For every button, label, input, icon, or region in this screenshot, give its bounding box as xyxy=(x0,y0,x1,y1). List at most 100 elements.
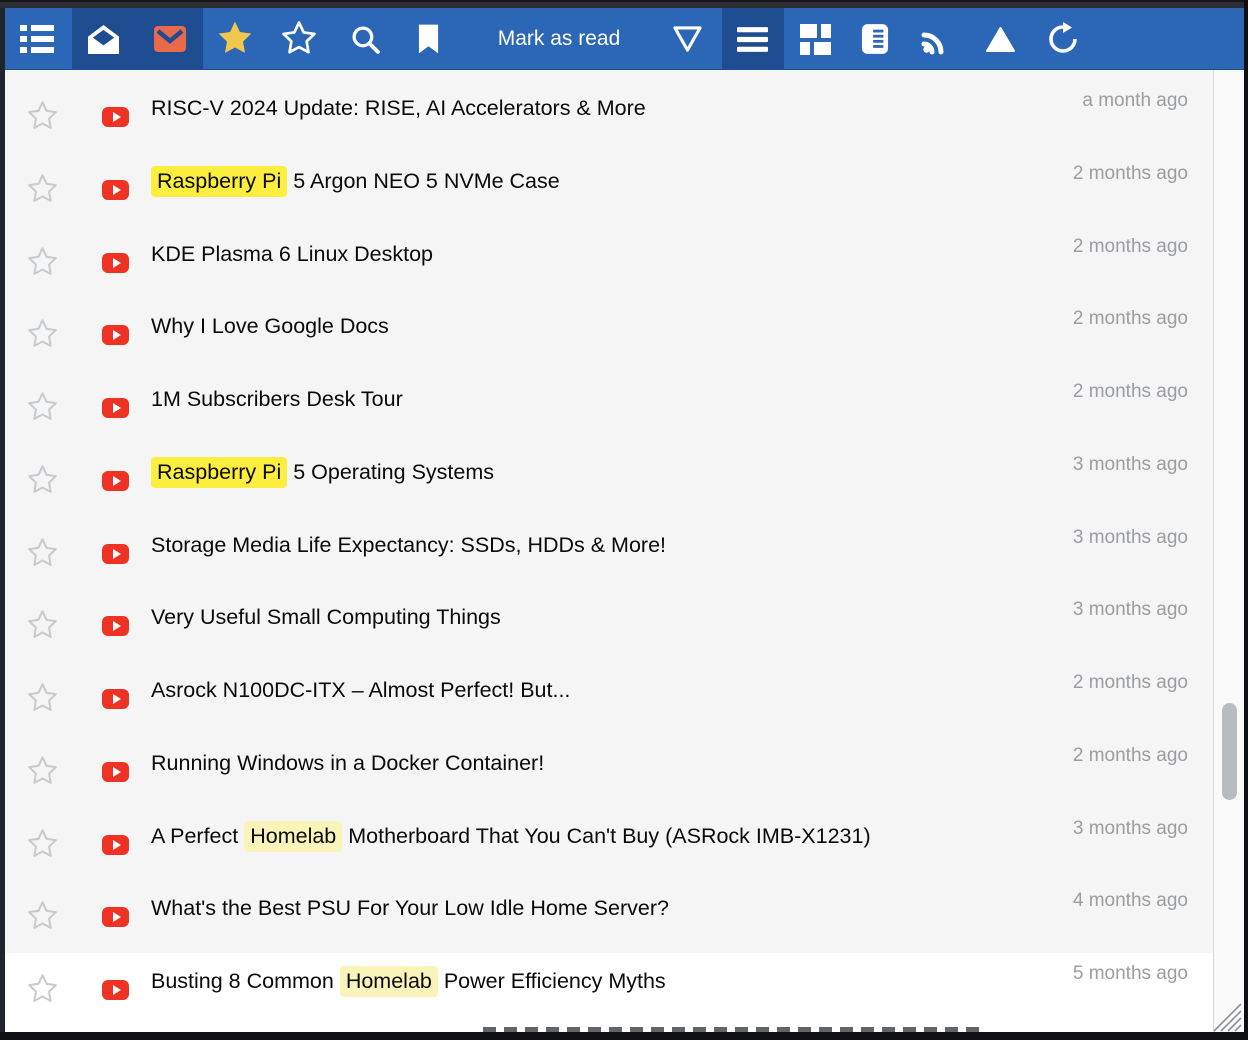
reader-view-button[interactable] xyxy=(847,8,903,70)
search-highlight: Raspberry Pi xyxy=(151,457,287,488)
scroll-to-top-button[interactable] xyxy=(972,8,1028,70)
youtube-icon xyxy=(102,398,129,418)
list-item[interactable]: Running Windows in a Docker Container! 2… xyxy=(5,735,1213,808)
star-toggle-icon[interactable] xyxy=(27,392,58,423)
article-timestamp: 4 months ago xyxy=(1073,890,1188,912)
article-timestamp: 2 months ago xyxy=(1073,308,1188,330)
refresh-button[interactable] xyxy=(1035,8,1091,70)
window-frame-right xyxy=(1244,0,1248,1040)
star-toggle-icon[interactable] xyxy=(27,465,58,496)
star-toggle-icon[interactable] xyxy=(27,610,58,641)
article-timestamp: 3 months ago xyxy=(1073,599,1188,621)
star-outline-button[interactable] xyxy=(271,8,327,70)
rss-icon xyxy=(921,23,953,55)
youtube-icon xyxy=(102,471,129,491)
article-timestamp: 5 months ago xyxy=(1073,963,1188,985)
filter-icon xyxy=(672,25,703,54)
envelope-open-icon xyxy=(87,24,120,55)
youtube-icon xyxy=(102,689,129,709)
article-title: Raspberry Pi 5 Operating Systems xyxy=(151,457,494,491)
toolbar: Mark as read xyxy=(5,8,1244,70)
article-title: What's the Best PSU For Your Low Idle Ho… xyxy=(151,893,669,927)
scrollbar-track[interactable] xyxy=(1214,70,1244,1032)
reader-icon xyxy=(861,23,889,55)
list-view-icon xyxy=(20,25,54,53)
feed-reader-window: Mark as read xyxy=(0,0,1248,1040)
resize-grip-icon[interactable] xyxy=(1208,998,1242,1032)
article-title: A Perfect Homelab Motherboard That You C… xyxy=(151,821,871,855)
youtube-icon xyxy=(102,980,129,1000)
article-title: Raspberry Pi 5 Argon NEO 5 NVMe Case xyxy=(151,166,560,200)
refresh-icon xyxy=(1046,22,1080,56)
list-item[interactable]: Why I Love Google Docs 2 months ago xyxy=(5,298,1213,371)
list-item[interactable]: Very Useful Small Computing Things 3 mon… xyxy=(5,589,1213,662)
layout-button[interactable] xyxy=(787,8,843,70)
article-timestamp: 3 months ago xyxy=(1073,818,1188,840)
list-item[interactable]: Raspberry Pi 5 Operating Systems 3 month… xyxy=(5,444,1213,517)
star-toggle-icon[interactable] xyxy=(27,538,58,569)
list-view-button[interactable] xyxy=(9,8,65,70)
search-highlight: Homelab xyxy=(244,821,342,852)
article-list: RISC-V 2024 Update: RISE, AI Accelerator… xyxy=(5,70,1213,1032)
search-icon xyxy=(350,24,381,55)
youtube-icon xyxy=(102,180,129,200)
article-timestamp: 2 months ago xyxy=(1073,236,1188,258)
star-filled-button[interactable] xyxy=(207,8,263,70)
list-item[interactable]: KDE Plasma 6 Linux Desktop 2 months ago xyxy=(5,226,1213,299)
star-filled-icon xyxy=(216,20,254,58)
list-item[interactable]: Asrock N100DC-ITX – Almost Perfect! But.… xyxy=(5,662,1213,735)
search-highlight: Homelab xyxy=(340,966,438,997)
filter-button[interactable] xyxy=(659,8,715,70)
mark-as-read-label: Mark as read xyxy=(498,27,621,51)
article-title: Busting 8 Common Homelab Power Efficienc… xyxy=(151,966,666,1000)
youtube-icon xyxy=(102,253,129,273)
bookmark-icon xyxy=(417,24,440,54)
mark-as-read-button[interactable]: Mark as read xyxy=(474,8,644,70)
star-toggle-icon[interactable] xyxy=(27,756,58,787)
list-item[interactable]: Storage Media Life Expectancy: SSDs, HDD… xyxy=(5,517,1213,590)
star-outline-icon xyxy=(281,21,317,57)
hamburger-icon xyxy=(737,27,768,52)
article-title: KDE Plasma 6 Linux Desktop xyxy=(151,239,433,273)
list-item[interactable]: RISC-V 2024 Update: RISE, AI Accelerator… xyxy=(5,80,1213,153)
star-toggle-icon[interactable] xyxy=(27,319,58,350)
star-toggle-icon[interactable] xyxy=(27,101,58,132)
article-timestamp: a month ago xyxy=(1082,90,1188,112)
window-frame-top xyxy=(0,0,1248,8)
star-toggle-icon[interactable] xyxy=(27,247,58,278)
star-toggle-icon[interactable] xyxy=(27,974,58,1005)
bookmark-button[interactable] xyxy=(400,8,456,70)
article-timestamp: 2 months ago xyxy=(1073,381,1188,403)
scrollbar-thumb[interactable] xyxy=(1222,703,1237,800)
star-toggle-icon[interactable] xyxy=(27,174,58,205)
list-item[interactable]: A Perfect Homelab Motherboard That You C… xyxy=(5,808,1213,881)
search-button[interactable] xyxy=(337,8,393,70)
star-toggle-icon[interactable] xyxy=(27,829,58,860)
article-title: RISC-V 2024 Update: RISE, AI Accelerator… xyxy=(151,93,646,127)
envelope-unread-icon xyxy=(153,23,187,55)
article-title: Asrock N100DC-ITX – Almost Perfect! But.… xyxy=(151,675,570,709)
star-toggle-icon[interactable] xyxy=(27,901,58,932)
list-item[interactable]: Raspberry Pi 5 Argon NEO 5 NVMe Case 2 m… xyxy=(5,153,1213,226)
youtube-icon xyxy=(102,762,129,782)
search-highlight: Raspberry Pi xyxy=(151,166,287,197)
article-title: Storage Media Life Expectancy: SSDs, HDD… xyxy=(151,530,666,564)
envelope-unread-button[interactable] xyxy=(142,8,198,70)
menu-button[interactable] xyxy=(724,8,780,70)
article-timestamp: 3 months ago xyxy=(1073,454,1188,476)
star-toggle-icon[interactable] xyxy=(27,683,58,714)
article-timestamp: 3 months ago xyxy=(1073,527,1188,549)
list-item[interactable]: What's the Best PSU For Your Low Idle Ho… xyxy=(5,880,1213,953)
list-item[interactable]: 1M Subscribers Desk Tour 2 months ago xyxy=(5,371,1213,444)
article-title: Running Windows in a Docker Container! xyxy=(151,748,544,782)
article-title: Very Useful Small Computing Things xyxy=(151,602,501,636)
youtube-icon xyxy=(102,325,129,345)
list-item[interactable]: Busting 8 Common Homelab Power Efficienc… xyxy=(5,953,1213,1032)
article-title: 1M Subscribers Desk Tour xyxy=(151,384,403,418)
rss-button[interactable] xyxy=(909,8,965,70)
window-frame-bottom xyxy=(0,1032,1248,1040)
article-timestamp: 2 months ago xyxy=(1073,163,1188,185)
youtube-icon xyxy=(102,107,129,127)
article-timestamp: 2 months ago xyxy=(1073,672,1188,694)
envelope-open-button[interactable] xyxy=(75,8,131,70)
